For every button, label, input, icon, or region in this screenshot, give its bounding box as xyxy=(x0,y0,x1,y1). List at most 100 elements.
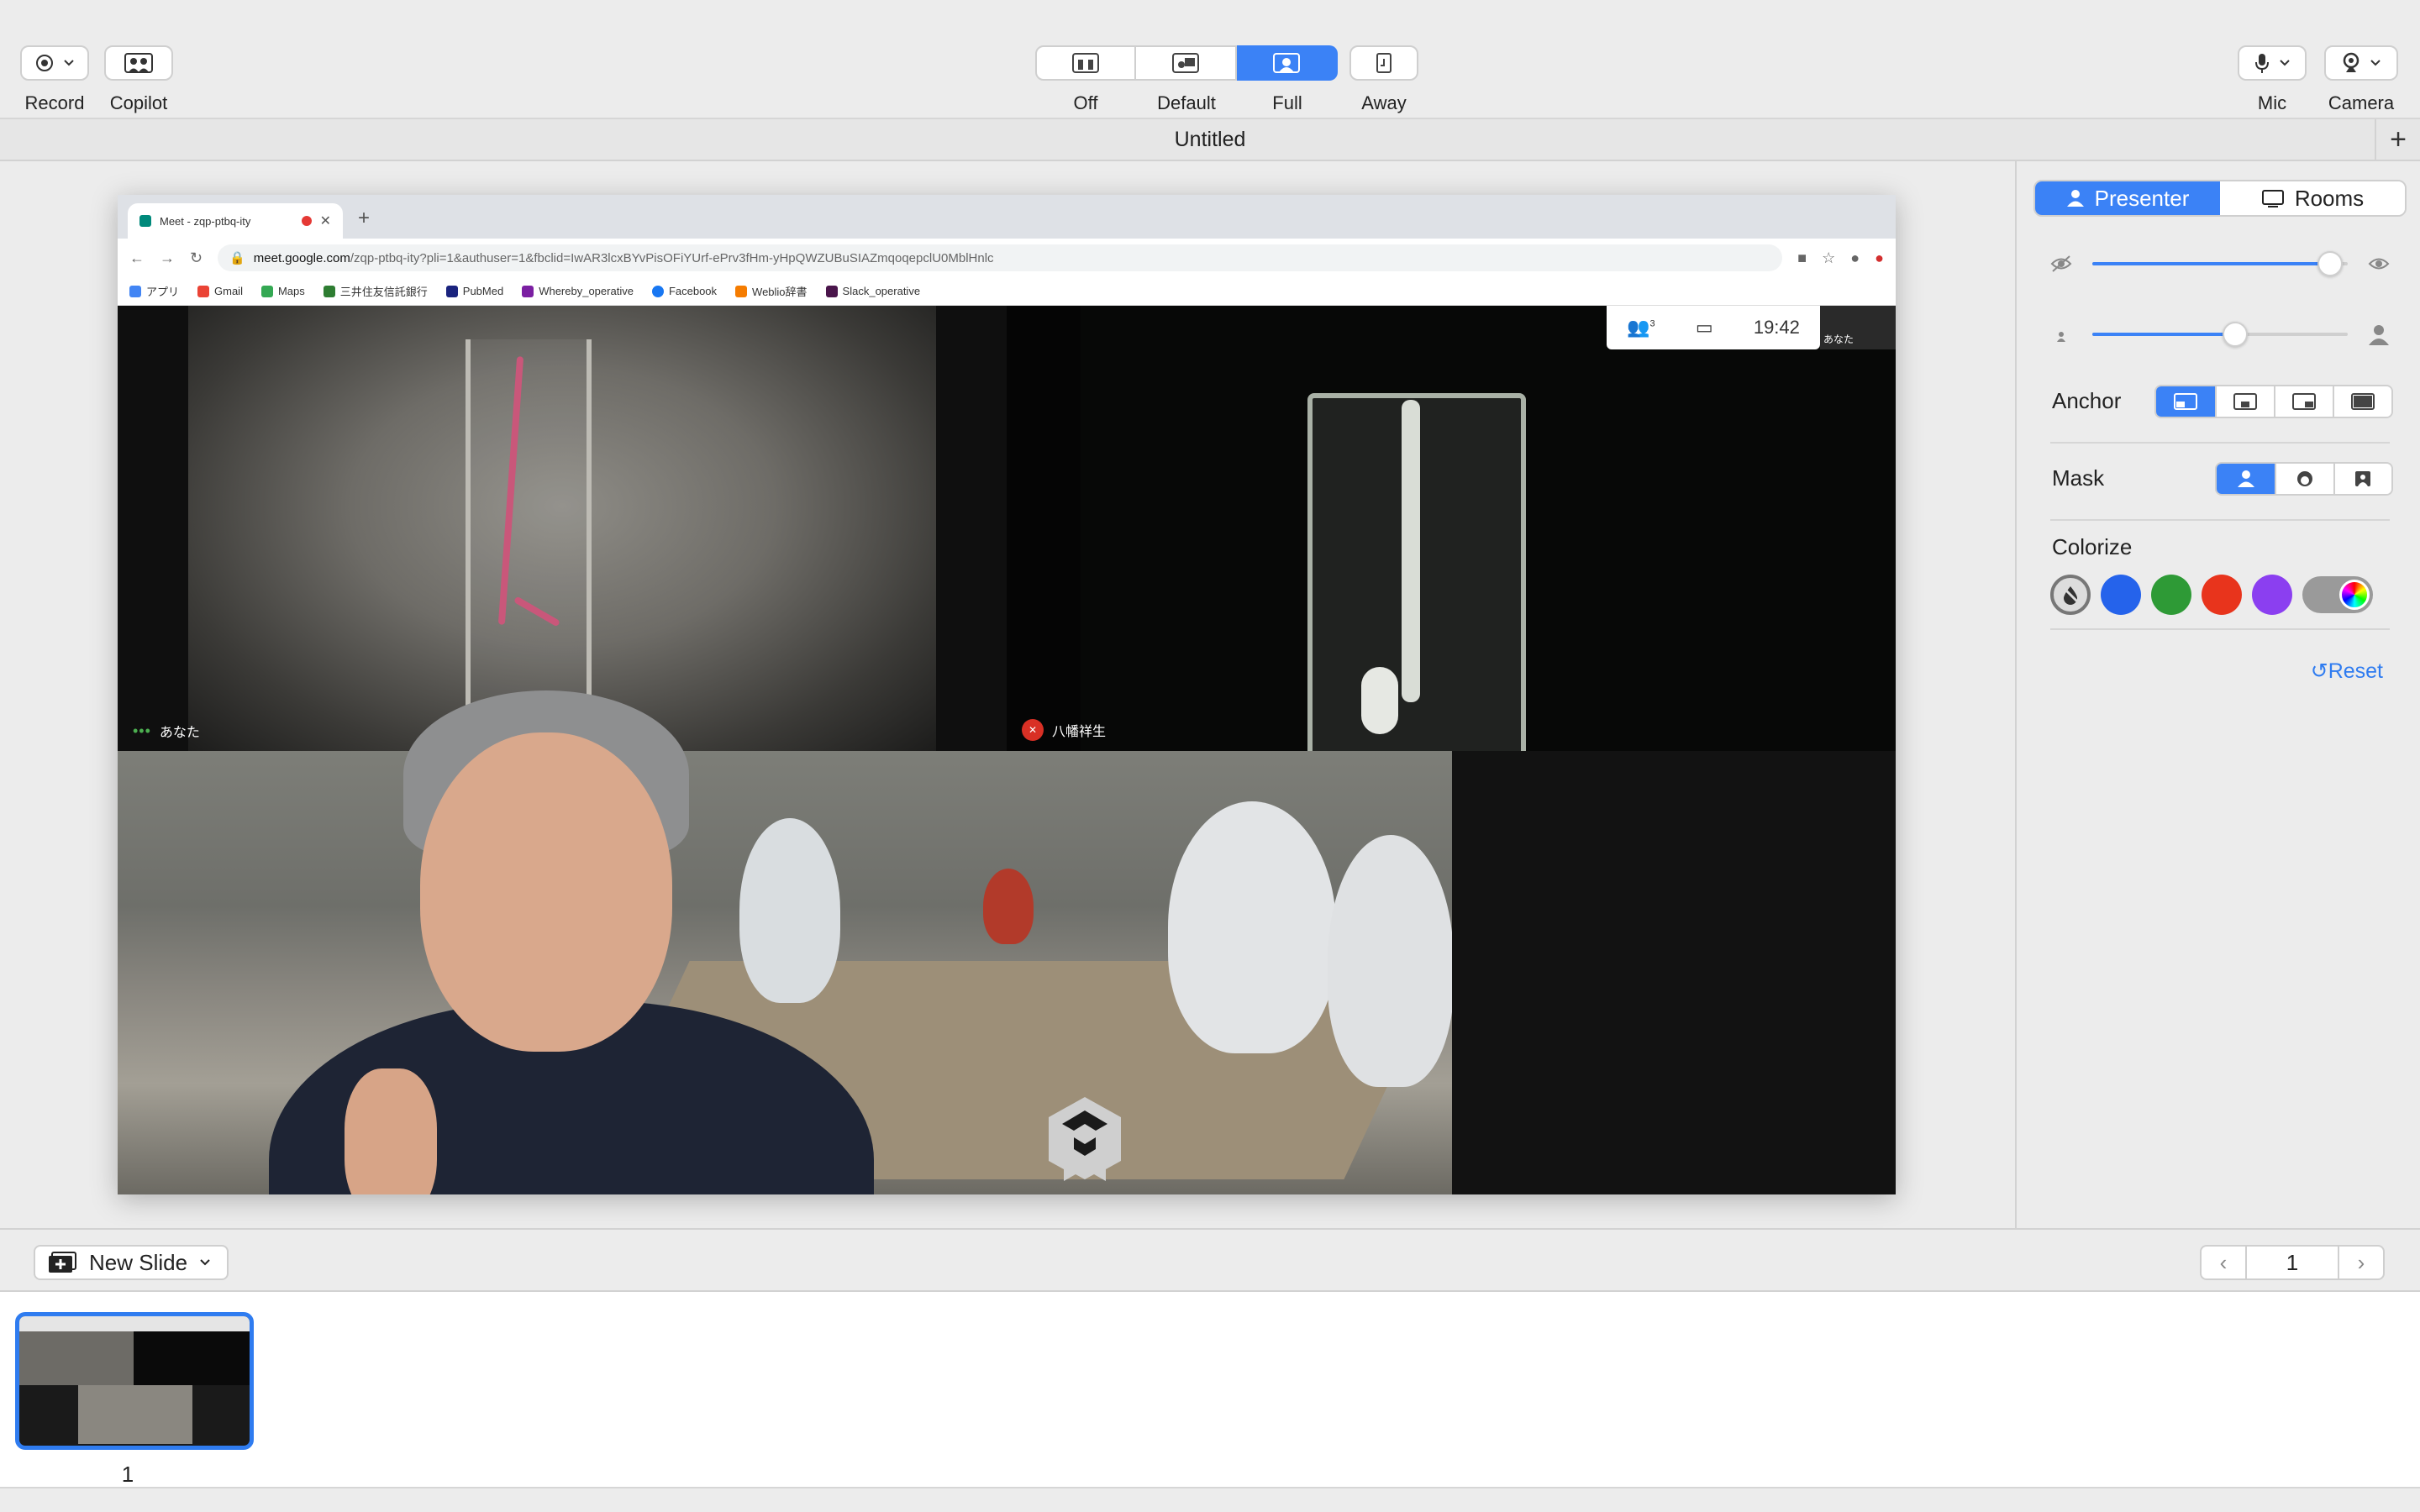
record-label: Record xyxy=(24,92,85,113)
meet-clock: 19:42 xyxy=(1753,317,1800,338)
mask-label: Mask xyxy=(2052,465,2105,491)
no-color-swatch[interactable] xyxy=(2050,575,2091,615)
close-tab-icon: ✕ xyxy=(319,214,331,228)
camera-button[interactable] xyxy=(2324,45,2398,81)
mic-control: Mic xyxy=(2238,45,2307,114)
away-button[interactable] xyxy=(1349,45,1418,81)
document-title: Untitled xyxy=(1174,127,1246,151)
video-tile: ✕ 八幡祥生 xyxy=(1007,306,1896,751)
screen-full-icon xyxy=(1273,53,1300,73)
mode-full-label: Full xyxy=(1272,92,1302,113)
anchor-full-icon xyxy=(2351,393,2375,410)
color-swatch-red[interactable] xyxy=(2202,575,2242,615)
chevron-down-icon xyxy=(2370,60,2381,66)
custom-color-toggle[interactable] xyxy=(2302,576,2373,613)
away-icon xyxy=(1376,53,1392,73)
opacity-slider[interactable] xyxy=(2092,251,2348,276)
tab-presenter[interactable]: Presenter xyxy=(2035,181,2220,215)
reset-button[interactable]: ↺Reset xyxy=(2311,659,2383,684)
chevron-down-icon xyxy=(64,60,74,66)
bookmark-item: アプリ xyxy=(129,283,179,299)
document-title-bar: Untitled + xyxy=(0,119,2420,161)
color-wheel-icon xyxy=(2339,580,2370,610)
mask-rectangle-button[interactable] xyxy=(2333,464,2391,494)
eye-icon xyxy=(2368,258,2390,270)
self-view: あなた xyxy=(1820,306,1896,349)
meet-info-bar: 👥3 ▭ 19:42 xyxy=(1607,306,1820,349)
mode-off: Off xyxy=(1035,45,1136,114)
footer-bar xyxy=(0,1487,2420,1512)
browser-tab: Meet - zqp-ptbq-ity ✕ xyxy=(128,203,343,239)
slide-pager: ‹ 1 › xyxy=(2200,1245,2385,1280)
anchor-options xyxy=(2154,385,2393,418)
opacity-slider-handle[interactable] xyxy=(2317,251,2343,276)
speaking-indicator-icon: ••• xyxy=(133,722,151,739)
bookmark-item: 三井住友信託銀行 xyxy=(323,283,428,299)
bookmark-item: PubMed xyxy=(445,285,503,297)
anchor-full-button[interactable] xyxy=(2333,386,2391,417)
mode-full: Full xyxy=(1237,45,1338,114)
participant-name: ••• あなた xyxy=(133,722,200,741)
new-tab-icon: + xyxy=(358,207,371,229)
screen-default-icon xyxy=(1172,53,1199,73)
browser-omnibar: ← → ↻ 🔒 meet.google.com/zqp-ptbq-ity?pli… xyxy=(118,239,1896,277)
divider xyxy=(2050,519,2390,521)
add-document-button[interactable]: + xyxy=(2375,119,2420,160)
bookmark-item: Weblio辞書 xyxy=(735,283,808,299)
size-slider-row xyxy=(2050,318,2390,351)
color-swatch-purple[interactable] xyxy=(2252,575,2292,615)
bookmark-item: Slack_operative xyxy=(825,285,920,297)
copilot-button[interactable] xyxy=(104,45,173,81)
size-slider[interactable] xyxy=(2092,322,2348,347)
circle-mask-icon xyxy=(2297,471,2312,486)
anchor-bottom-right-button[interactable] xyxy=(2274,386,2333,417)
video-feed xyxy=(1081,306,1896,751)
camera-indicator-icon: ■ xyxy=(1797,249,1807,266)
bookmark-item: Maps xyxy=(260,285,305,297)
mode-off-label: Off xyxy=(1073,92,1098,113)
mode-full-button[interactable] xyxy=(1237,45,1338,81)
anchor-bottom-center-button[interactable] xyxy=(2215,386,2274,417)
mode-default-label: Default xyxy=(1157,92,1216,113)
muted-mic-icon: ✕ xyxy=(1022,719,1044,741)
star-icon: ☆ xyxy=(1822,249,1836,266)
anchor-bottom-left-icon xyxy=(2174,393,2197,410)
mic-button[interactable] xyxy=(2238,45,2307,81)
meet-favicon-icon xyxy=(139,215,151,227)
next-slide-button[interactable]: › xyxy=(2339,1247,2383,1278)
participant-name: ✕ 八幡祥生 xyxy=(1022,719,1106,741)
slide-thumbnail[interactable] xyxy=(15,1312,254,1450)
chevron-left-icon: ‹ xyxy=(2219,1249,2228,1275)
presenter-cutout xyxy=(269,682,874,1194)
current-slide-number: 1 xyxy=(2245,1247,2339,1278)
previous-slide-button[interactable]: ‹ xyxy=(2202,1247,2245,1278)
anchor-bottom-left-button[interactable] xyxy=(2156,386,2215,417)
reload-icon: ↻ xyxy=(190,249,203,266)
browser-tab-title: Meet - zqp-ptbq-ity xyxy=(160,214,251,228)
record-button[interactable] xyxy=(20,45,89,81)
webcam-icon xyxy=(2343,52,2360,72)
person-icon xyxy=(2066,190,2084,207)
mask-circle-button[interactable] xyxy=(2275,464,2333,494)
away-control: Away xyxy=(1349,45,1418,114)
mode-default-button[interactable] xyxy=(1136,45,1237,81)
mask-person-button[interactable] xyxy=(2217,464,2275,494)
color-swatch-green[interactable] xyxy=(2151,575,2191,615)
slide-thumbnail-number: 1 xyxy=(121,1462,134,1487)
url-path: /zqp-ptbq-ity?pli=1&authuser=1&fbclid=Iw… xyxy=(350,250,994,265)
tab-rooms[interactable]: Rooms xyxy=(2220,181,2405,215)
new-slide-button[interactable]: New Slide xyxy=(34,1245,229,1280)
record-icon xyxy=(36,55,53,71)
microphone-icon xyxy=(2255,54,2269,73)
eye-slash-icon xyxy=(2050,255,2072,272)
mask-options xyxy=(2215,462,2393,496)
mode-default: Default xyxy=(1136,45,1237,114)
bookmark-item: Gmail xyxy=(197,285,243,297)
mode-off-button[interactable] xyxy=(1035,45,1136,81)
color-swatch-blue[interactable] xyxy=(2101,575,2141,615)
size-slider-handle[interactable] xyxy=(2223,322,2249,347)
mic-label: Mic xyxy=(2257,92,2287,113)
add-slide-icon xyxy=(49,1252,76,1273)
url-field: 🔒 meet.google.com/zqp-ptbq-ity?pli=1&aut… xyxy=(218,244,1783,271)
app-window: Record Copilot Off Default Full Away Mic… xyxy=(0,0,2420,1512)
